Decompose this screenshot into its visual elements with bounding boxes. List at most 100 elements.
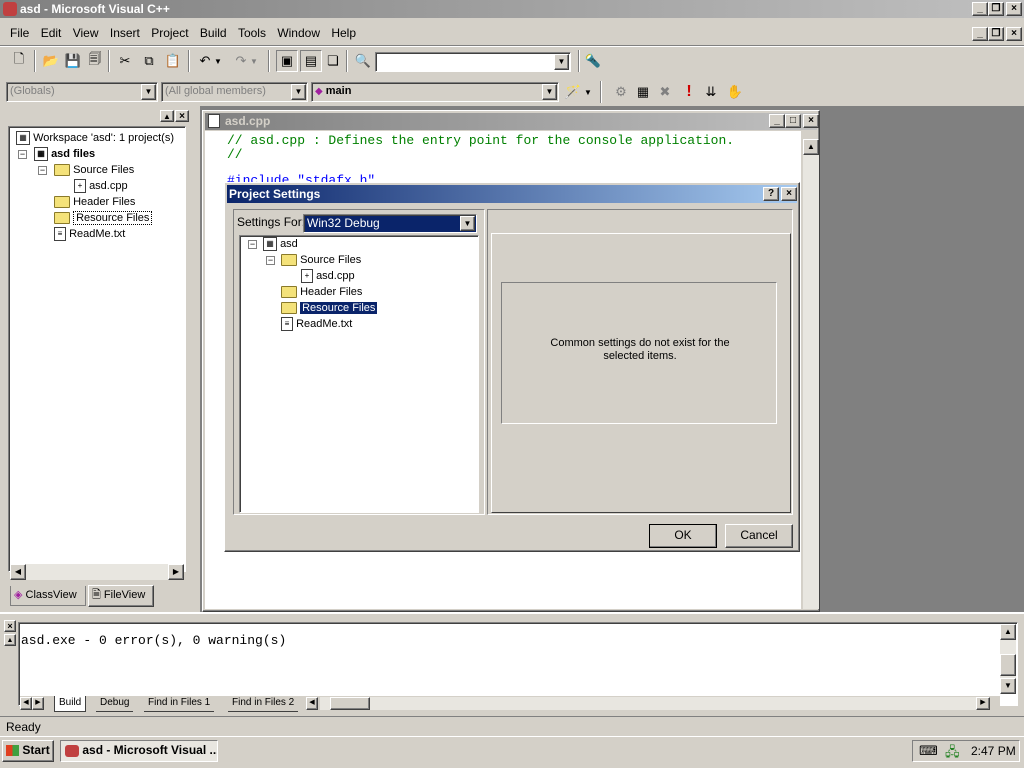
settings-tree-cpp[interactable]: + asd.cpp [301, 268, 355, 284]
settings-tree[interactable] [239, 235, 479, 513]
tab-scroll-first-icon[interactable]: ◀ [20, 697, 32, 710]
go-icon[interactable]: ⇊ [700, 81, 722, 103]
menu-window[interactable]: Window [273, 24, 324, 42]
start-button[interactable]: Start [2, 740, 54, 762]
dialog-help-button[interactable]: ? [763, 187, 779, 201]
chevron-down-icon[interactable]: ▼ [291, 84, 306, 100]
keyboard-icon[interactable]: ⌨ [919, 743, 938, 759]
tab-fileview[interactable]: 🗎 FileView [88, 585, 154, 607]
menu-edit[interactable]: Edit [37, 24, 66, 42]
output-close-button[interactable]: × [4, 620, 16, 632]
chevron-down-icon[interactable]: ▼ [141, 84, 156, 100]
save-all-icon[interactable]: 🗐 [84, 50, 106, 72]
output-vscrollbar[interactable]: ▲ ▼ [1000, 624, 1016, 694]
settings-tree-source[interactable]: Source Files [281, 252, 361, 268]
minimize-button[interactable]: _ [972, 2, 988, 16]
clock[interactable]: 2:47 PM [971, 744, 1016, 758]
restore-button[interactable]: ❐ [988, 2, 1004, 16]
menu-project[interactable]: Project [147, 24, 192, 42]
menu-insert[interactable]: Insert [106, 24, 144, 42]
workspace-root[interactable]: ▦ Workspace 'asd': 1 project(s) [16, 130, 174, 146]
settings-tree-project[interactable]: ▦ asd [263, 236, 298, 252]
mdi-restore-button[interactable]: ❐ [988, 27, 1004, 41]
editor-maximize-button[interactable]: □ [785, 114, 801, 128]
settings-for-combo[interactable]: Win32 Debug ▼ [303, 214, 477, 233]
collapse-icon[interactable]: − [18, 150, 27, 159]
redo-dropdown-icon[interactable]: ▼ [248, 50, 260, 72]
compile-icon[interactable]: ⚙ [610, 81, 632, 103]
new-text-file-icon[interactable]: 🗋 [8, 50, 30, 72]
collapse-icon[interactable]: − [266, 256, 275, 265]
mdi-minimize-button[interactable]: _ [972, 27, 988, 41]
find-combo[interactable]: ▼ [375, 52, 571, 72]
collapse-icon[interactable]: − [38, 166, 47, 175]
output-window-icon[interactable]: ▤ [300, 50, 322, 72]
output-restore-button[interactable]: ▲ [4, 634, 16, 646]
window-list-icon[interactable]: ❏ [322, 50, 344, 72]
workspace-close-button[interactable]: × [175, 110, 189, 122]
menu-tools[interactable]: Tools [234, 24, 270, 42]
ok-button[interactable]: OK [649, 524, 717, 548]
cut-icon[interactable]: ✂ [114, 50, 136, 72]
menu-file[interactable]: File [6, 24, 33, 42]
tab-classview[interactable]: ◈ ClassView [10, 586, 86, 606]
collapse-icon[interactable]: − [248, 240, 257, 249]
menu-help[interactable]: Help [327, 24, 360, 42]
close-button[interactable]: × [1006, 2, 1022, 16]
workspace-source-files[interactable]: Source Files [54, 162, 134, 178]
menu-build[interactable]: Build [196, 24, 231, 42]
tab-find-in-files-1[interactable]: Find in Files 1 [144, 696, 215, 712]
globals-combo[interactable]: (Globals) ▼ [6, 82, 158, 102]
undo-dropdown-icon[interactable]: ▼ [212, 50, 224, 72]
workspace-cpp-file[interactable]: + asd.cpp [74, 178, 128, 194]
scroll-thumb[interactable] [330, 697, 370, 710]
breakpoint-hand-icon[interactable]: ✋ [724, 81, 746, 103]
editor-close-button[interactable]: × [803, 114, 819, 128]
find-in-files-icon[interactable]: 🔍 [352, 50, 374, 72]
network-icon[interactable]: 🖧 [945, 743, 960, 765]
scroll-right-icon[interactable]: ▶ [976, 697, 990, 710]
scroll-down-icon[interactable]: ▼ [1000, 678, 1016, 694]
chevron-down-icon[interactable]: ▼ [554, 54, 569, 70]
workspace-window-icon[interactable]: ▣ [276, 50, 298, 72]
paste-icon[interactable]: 📋 [162, 50, 184, 72]
save-icon[interactable]: 💾 [62, 50, 84, 72]
tab-build[interactable]: Build [54, 696, 87, 712]
wizard-wand-icon[interactable]: 🪄 [562, 81, 584, 103]
tab-find-in-files-2[interactable]: Find in Files 2 [228, 696, 299, 712]
stop-build-icon[interactable]: ✖ [654, 81, 676, 103]
chevron-down-icon[interactable]: ▼ [542, 84, 557, 100]
build-icon[interactable]: ▦ [632, 81, 654, 103]
find-icon[interactable]: 🔦 [582, 50, 604, 72]
tab-scroll-prev-icon[interactable]: ▶ [32, 697, 44, 710]
open-folder-icon[interactable]: 📂 [40, 50, 62, 72]
scroll-left-icon[interactable]: ◀ [10, 564, 26, 580]
workspace-restore-button[interactable]: ▲ [160, 110, 174, 122]
workspace-project[interactable]: ▦ asd files [34, 146, 95, 162]
workspace-header-files[interactable]: Header Files [54, 194, 135, 210]
settings-tree-resource[interactable]: Resource Files [281, 300, 378, 316]
workspace-readme[interactable]: ≡ ReadMe.txt [54, 226, 125, 242]
workspace-hscrollbar[interactable]: ◀ ▶ [10, 564, 184, 580]
output-text-area[interactable]: asd.exe - 0 error(s), 0 warning(s) [18, 622, 1018, 706]
function-combo[interactable]: ◆ main ▼ [311, 82, 559, 102]
cancel-button[interactable]: Cancel [725, 524, 793, 548]
editor-minimize-button[interactable]: _ [769, 114, 785, 128]
scroll-thumb[interactable] [1000, 654, 1016, 676]
scroll-up-icon[interactable]: ▲ [1000, 624, 1016, 640]
output-hscrollbar[interactable]: ▶ [320, 697, 990, 710]
settings-tree-readme[interactable]: ≡ ReadMe.txt [281, 316, 352, 332]
scroll-up-icon[interactable]: ▲ [803, 139, 819, 155]
editor-vscrollbar[interactable]: ▲ [803, 139, 819, 609]
execute-icon[interactable]: ! [678, 81, 700, 103]
copy-icon[interactable]: ⧉ [138, 50, 160, 72]
workspace-resource-files[interactable]: Resource Files [54, 210, 153, 226]
dialog-close-button[interactable]: × [781, 187, 797, 201]
members-combo[interactable]: (All global members) ▼ [161, 82, 308, 102]
taskbar-task-button[interactable]: asd - Microsoft Visual ... [60, 740, 218, 762]
scroll-right-icon[interactable]: ▶ [168, 564, 184, 580]
menu-view[interactable]: View [69, 24, 103, 42]
tab-scroll-left-icon[interactable]: ◀ [306, 697, 318, 710]
mdi-close-button[interactable]: × [1006, 27, 1022, 41]
settings-tree-header[interactable]: Header Files [281, 284, 362, 300]
